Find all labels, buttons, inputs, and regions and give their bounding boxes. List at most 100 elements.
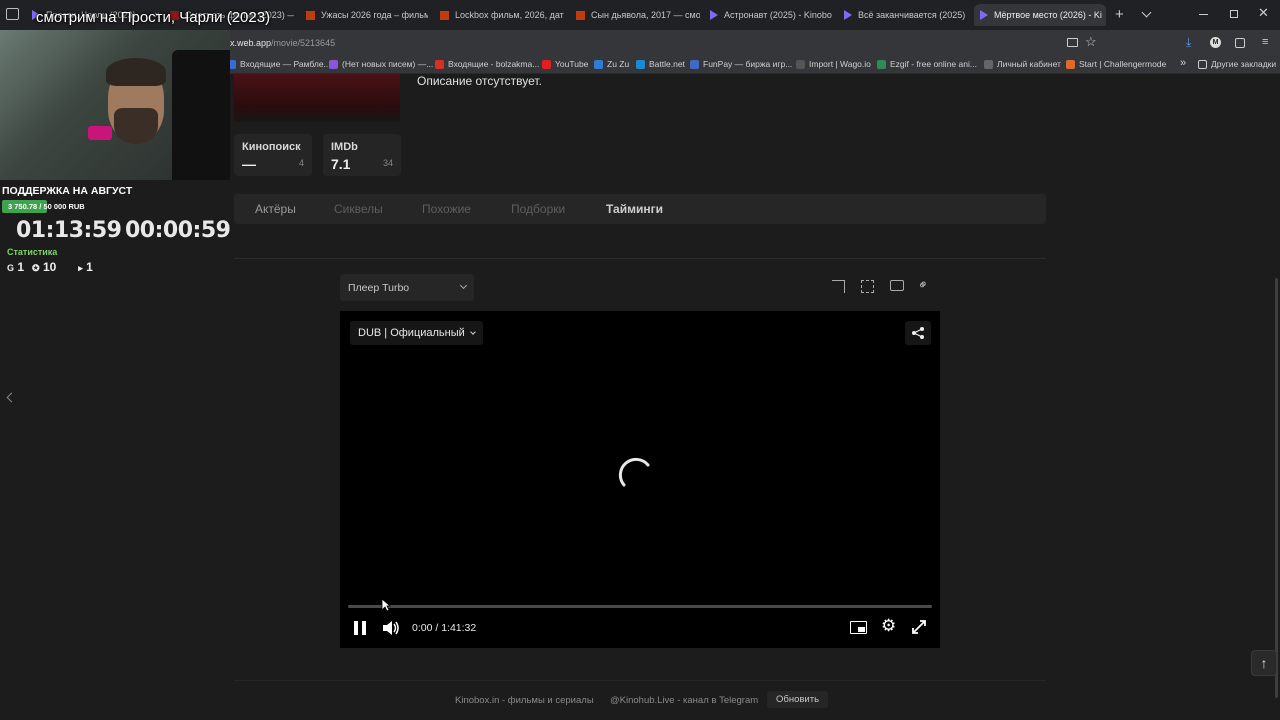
bookmark-item[interactable]: FunPay — биржа игр... — [690, 59, 792, 69]
tab-similar[interactable]: Похожие — [422, 202, 471, 216]
webcam-feed — [0, 30, 230, 180]
browser-tab[interactable]: Астронавт (2025) - Kinobo × — [710, 4, 834, 26]
minimize-icon[interactable] — [1199, 14, 1208, 15]
tab-sequels[interactable]: Сиквелы — [334, 202, 383, 216]
stat-value: 10 — [42, 260, 57, 274]
battlenet-favicon — [636, 59, 645, 69]
other-bookmarks-folder[interactable]: Другие закладки — [1198, 59, 1276, 69]
picture-in-picture-icon[interactable] — [850, 621, 867, 634]
bookmark-item[interactable]: Start | Challengermode — [1066, 59, 1166, 69]
rating-count: 4 — [298, 158, 304, 168]
time-separator: / — [435, 622, 439, 634]
bookmark-item[interactable]: Входящие - bolzakma... — [435, 59, 539, 69]
cabinet-favicon — [984, 59, 993, 69]
tab-actors[interactable]: Актёры — [255, 202, 296, 216]
streamer-beard — [114, 108, 158, 144]
scroll-to-top-button[interactable]: ↑ — [1251, 650, 1277, 676]
kinopoisk-favicon — [440, 10, 449, 20]
vk-favicon — [594, 59, 603, 69]
link-icon[interactable]: ⚭ — [914, 275, 933, 294]
mouse-cursor-icon — [381, 598, 391, 612]
footer-site-link[interactable]: Kinobox.in - фильмы и сериалы — [455, 695, 594, 706]
footer-telegram-link[interactable]: @Kinohub.Live - канал в Telegram — [610, 695, 758, 706]
bookmark-label: (Нет новых писем) —... — [342, 59, 434, 69]
bookmark-item[interactable]: Входящие — Рамбле... — [227, 59, 331, 69]
rating-name: Кинопоиск — [242, 141, 301, 153]
chair-back — [172, 50, 230, 180]
tab-close-icon[interactable]: × — [832, 10, 834, 21]
profile-avatar[interactable]: M — [1210, 37, 1221, 48]
extensions-icon[interactable] — [1235, 38, 1245, 48]
stream-timer-total: 01:13:59 — [16, 218, 122, 243]
fullscreen-player-icon[interactable] — [911, 619, 927, 635]
headset-light — [88, 126, 112, 140]
install-app-icon[interactable] — [1067, 38, 1078, 47]
chevron-left-icon[interactable] — [6, 392, 17, 403]
tab-close-icon[interactable]: × — [965, 10, 968, 21]
movie-description: Описание отсутствует. — [417, 74, 542, 88]
browser-tab[interactable]: Ужасы 2026 года – фильмы × — [306, 4, 428, 26]
bookmark-item[interactable]: YouTube — [542, 59, 588, 69]
kinopoisk-favicon — [306, 10, 315, 20]
chevron-down-icon — [469, 328, 476, 335]
bookmark-item[interactable]: (Нет новых писем) —... — [329, 59, 433, 69]
bookmark-item[interactable]: Import | Wago.io — [796, 59, 871, 69]
tab-search-icon[interactable] — [6, 8, 19, 20]
rating-kinopoisk: Кинопоиск — 4 — [234, 134, 312, 176]
url-field[interactable]: x.web.app/movie/5213645 — [230, 38, 335, 48]
new-tab-button[interactable]: + — [1115, 6, 1124, 23]
settings-gear-icon[interactable]: ⚙ — [881, 616, 896, 636]
streamer-hair — [106, 58, 166, 86]
video-player[interactable]: DUB | Официальный 0:00 / 1:41:32 ⚙ — [340, 311, 940, 648]
play-icon — [980, 10, 988, 20]
bookmark-label: Личный кабинет — [997, 59, 1061, 69]
time-current: 0:00 — [412, 622, 433, 634]
folder-icon — [1198, 59, 1207, 69]
comment-icon[interactable] — [890, 280, 904, 291]
menu-kebab-icon[interactable]: ≡ — [1262, 36, 1268, 48]
stat-value: 1 — [17, 260, 25, 274]
player-select[interactable]: Плеер Turbo — [340, 274, 474, 301]
stat-icon: ▸ — [78, 263, 83, 273]
player-select-label: Плеер Turbo — [348, 282, 410, 294]
fullscreen-icon[interactable] — [861, 280, 874, 293]
bookmark-label: Входящие — Рамбле... — [240, 59, 331, 69]
close-window-icon[interactable]: ✕ — [1258, 5, 1269, 21]
movie-poster — [234, 74, 400, 122]
pause-icon[interactable] — [354, 621, 366, 635]
challengermode-favicon — [1066, 59, 1075, 69]
bookmark-item[interactable]: Ezgif - free online ani... — [877, 59, 977, 69]
funpay-favicon — [690, 59, 699, 69]
tab-collections[interactable]: Подборки — [511, 202, 565, 216]
url-host: x.web.app — [230, 38, 272, 48]
share-button[interactable] — [905, 321, 931, 345]
expand-icon[interactable] — [832, 280, 845, 293]
tab-list-chevron-icon[interactable] — [1141, 7, 1152, 18]
support-progress-text: 3 750.78 / 50 000 RUB — [8, 202, 85, 211]
browser-tab[interactable]: Сын дьявола, 2017 — смот × — [576, 4, 700, 26]
bookmark-star-icon[interactable]: ☆ — [1085, 34, 1097, 50]
browser-tab[interactable]: Lockbox фильм, 2026, дата × — [440, 4, 564, 26]
bookmark-item[interactable]: Личный кабинет — [984, 59, 1061, 69]
play-icon — [710, 10, 718, 20]
stream-timer-current: 00:00:59 — [125, 218, 231, 243]
tab-close-icon[interactable]: × — [1102, 10, 1107, 21]
play-icon — [844, 10, 852, 20]
content-tabs: Актёры Сиквелы Похожие Подборки Тайминги — [234, 194, 1046, 224]
bookmark-item[interactable]: Battle.net — [636, 59, 685, 69]
dub-selector[interactable]: DUB | Официальный — [350, 321, 483, 345]
scrollbar-thumb[interactable] — [1275, 278, 1278, 698]
restore-icon[interactable] — [1230, 10, 1238, 18]
stat-icon: ✪ — [32, 263, 40, 273]
ezgif-favicon — [877, 59, 886, 69]
volume-icon[interactable] — [381, 619, 401, 637]
refresh-button[interactable]: Обновить — [767, 691, 829, 708]
browser-tab-active[interactable]: Мёртвое место (2026) - Ki × — [974, 4, 1106, 26]
download-icon[interactable]: ⤓ — [1186, 35, 1191, 50]
bookmarks-more-button[interactable]: » — [1180, 57, 1186, 69]
progress-track[interactable] — [348, 605, 932, 608]
tab-timings[interactable]: Тайминги — [606, 202, 663, 216]
bookmark-item[interactable]: Zu Zu — [594, 59, 629, 69]
browser-tab[interactable]: Всё заканчивается (2025) × — [844, 4, 968, 26]
bookmark-label: Zu Zu — [607, 59, 630, 69]
